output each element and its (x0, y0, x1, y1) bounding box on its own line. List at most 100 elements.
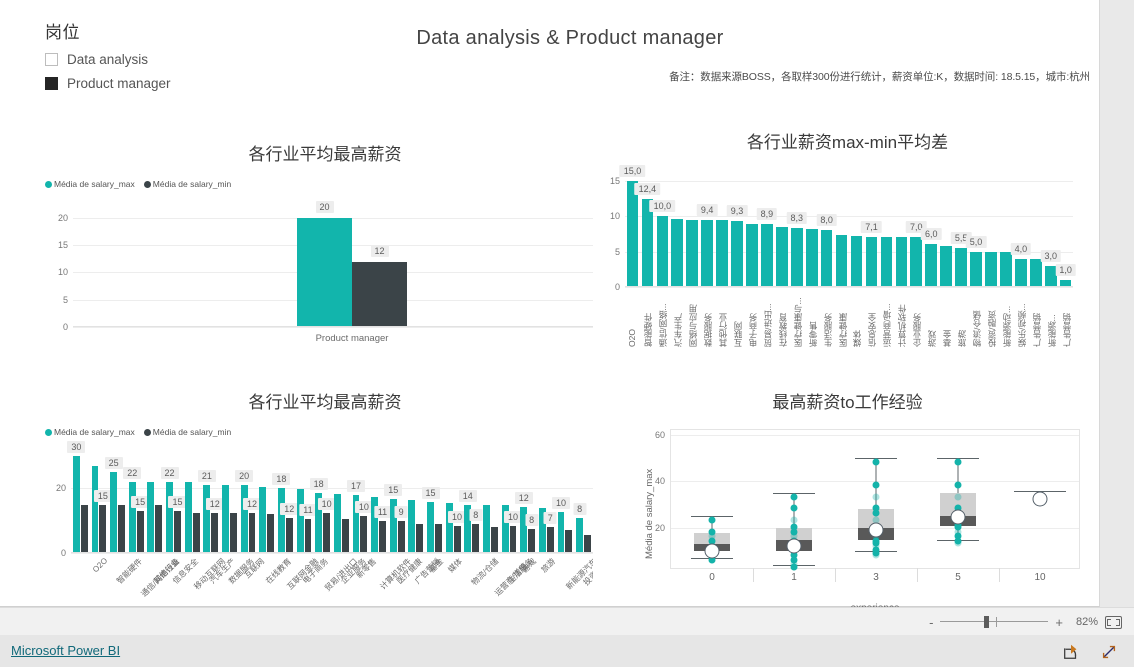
bar-salary-min[interactable] (118, 504, 125, 553)
bar-salary-min[interactable] (192, 512, 200, 553)
zoom-in-button[interactable]: + (1055, 616, 1063, 629)
bar-gap-value[interactable]: 6,0 (920, 228, 942, 287)
bar-salary-min[interactable]: 10 (354, 500, 373, 553)
bar-salary-min[interactable]: 11 (299, 504, 317, 553)
bar-salary-min[interactable]: 15 (93, 489, 112, 553)
bar-gap-value[interactable] (716, 220, 728, 287)
bar-gap-value[interactable]: 7,1 (861, 220, 882, 287)
bar-gap-value[interactable] (880, 236, 893, 287)
bar-salary-min[interactable]: 12 (243, 497, 262, 553)
checkbox-checked-icon[interactable] (45, 77, 58, 90)
bar-gap-value[interactable]: 4,0 (1010, 242, 1032, 287)
bar-gap-value[interactable]: 5,0 (965, 235, 987, 287)
bar-salary-max[interactable] (259, 486, 267, 553)
box-plot-column[interactable]: 1 (753, 430, 835, 583)
bar-salary-max[interactable]: 22 (123, 467, 142, 553)
bar-gap-value[interactable]: 9,3 (726, 205, 748, 287)
bar-salary-max[interactable]: 30 (67, 441, 86, 553)
bar-salary-min[interactable] (416, 523, 424, 553)
checkbox-unchecked-icon[interactable] (45, 53, 58, 66)
bar-salary-min[interactable] (155, 504, 163, 553)
bar-gap-value[interactable] (805, 228, 818, 287)
bar-salary-min[interactable]: 10 (503, 510, 522, 553)
bar-salary-min[interactable]: 10 (448, 510, 467, 553)
bar-gap-value[interactable] (835, 235, 848, 287)
share-icon[interactable] (1062, 643, 1080, 661)
bar-gap-value[interactable] (1000, 251, 1012, 287)
bar-salary-max[interactable]: 10 (552, 496, 571, 553)
bar-salary-max[interactable]: 25 (104, 457, 123, 553)
bar-group (1028, 175, 1043, 287)
bar-salary-min[interactable]: 8 (469, 508, 483, 553)
plot-wrapper: 0 5 10 15 15,0 12,4 10,0 9,4 9,3 8,9 8,3 8,0 7,1 7,0 6… (610, 164, 1095, 347)
bar-salary-max[interactable]: 15 (421, 487, 440, 553)
box-plot-column[interactable]: 0 (671, 430, 753, 583)
bar-salary-min[interactable] (434, 523, 442, 553)
bar-salary-min[interactable]: 10 (317, 497, 336, 553)
fullscreen-icon[interactable] (1100, 643, 1118, 661)
bar-gap-value[interactable]: 15,0 (619, 164, 646, 287)
bar-salary-min[interactable]: 9 (394, 505, 408, 553)
bar-salary-min[interactable]: 12 (205, 497, 224, 553)
bar-gap-value[interactable]: 9,4 (696, 203, 718, 287)
bar-salary-max[interactable] (483, 504, 490, 553)
role-slicer[interactable]: 岗位 Data analysis Product manager (45, 18, 345, 108)
box-plot-column[interactable]: 3 (835, 430, 917, 583)
bar-salary-min[interactable] (584, 535, 591, 553)
bar-gap-value[interactable]: 7,0 (906, 221, 927, 287)
bar-salary-max[interactable]: 21 (197, 470, 216, 553)
bar-salary-max[interactable] (333, 493, 341, 553)
bar-salary-max[interactable]: 20 (297, 200, 352, 327)
zoom-controls[interactable]: - + 82% (929, 612, 1122, 632)
bar-salary-max[interactable]: 20 (235, 470, 254, 553)
bar-salary-min[interactable]: 12 (280, 502, 299, 553)
bar-gap-value[interactable]: 12,4 (634, 183, 661, 287)
bar-gap-value[interactable] (671, 218, 684, 287)
bar-salary-max[interactable]: 18 (272, 473, 291, 553)
bar-salary-min[interactable]: 15 (131, 496, 150, 553)
bar-gap-value[interactable] (940, 245, 952, 287)
box-plot-column[interactable]: 10 (999, 430, 1081, 583)
bar-salary-min[interactable]: 7 (543, 512, 557, 553)
bar-salary-min[interactable] (229, 512, 237, 553)
bar-salary-max[interactable] (408, 500, 416, 553)
power-bi-brand-link[interactable]: Microsoft Power BI (11, 643, 120, 658)
bar-group (183, 453, 202, 553)
box-plot-column[interactable]: 5 (917, 430, 999, 583)
slicer-item-product-manager[interactable]: Product manager (45, 76, 345, 91)
bar-gap-value[interactable] (985, 251, 997, 287)
bar-salary-max[interactable] (222, 485, 229, 553)
bar-gap-value[interactable] (1029, 258, 1042, 287)
bar-salary-max[interactable] (184, 482, 192, 553)
fit-to-page-icon[interactable] (1105, 615, 1122, 629)
bar-gap-value[interactable] (776, 227, 788, 287)
bar-salary-max[interactable]: 8 (573, 502, 587, 553)
bar-salary-min[interactable] (80, 504, 88, 553)
bar-gap-value[interactable]: 8,9 (756, 207, 778, 287)
bar-salary-min[interactable]: 12 (352, 244, 407, 327)
zoom-out-button[interactable]: - (929, 616, 933, 629)
slicer-item-data-analysis[interactable]: Data analysis (45, 52, 345, 67)
bar-salary-min[interactable]: 8 (525, 513, 539, 553)
y-axis-tick-label: 5 (614, 246, 620, 257)
bar-gap-value[interactable]: 10,0 (649, 200, 676, 287)
bar-salary-max[interactable] (91, 465, 99, 553)
zoom-slider[interactable] (940, 615, 1049, 629)
bar-salary-max[interactable] (296, 489, 304, 553)
bar-gap-value[interactable]: 5,5 (950, 232, 972, 287)
bar-salary-min[interactable]: 15 (168, 496, 187, 553)
bar-gap-value[interactable]: 8,0 (816, 214, 837, 287)
bar-gap-value[interactable] (850, 235, 863, 287)
bar-salary-min[interactable] (267, 514, 275, 553)
bar-gap-value[interactable] (895, 236, 908, 287)
bar-gap-value[interactable] (686, 219, 699, 287)
bar-salary-min[interactable]: 11 (373, 505, 392, 553)
bar-salary-min[interactable] (565, 530, 573, 553)
bar-salary-min[interactable] (490, 527, 498, 553)
bar-salary-min[interactable] (341, 519, 349, 553)
bar-salary-max[interactable]: 22 (160, 467, 179, 553)
bar-gap-value[interactable] (746, 223, 758, 287)
bar-salary-max[interactable] (147, 482, 155, 553)
zoom-slider-thumb[interactable] (984, 616, 990, 628)
bar-gap-value[interactable]: 8,3 (786, 212, 808, 287)
